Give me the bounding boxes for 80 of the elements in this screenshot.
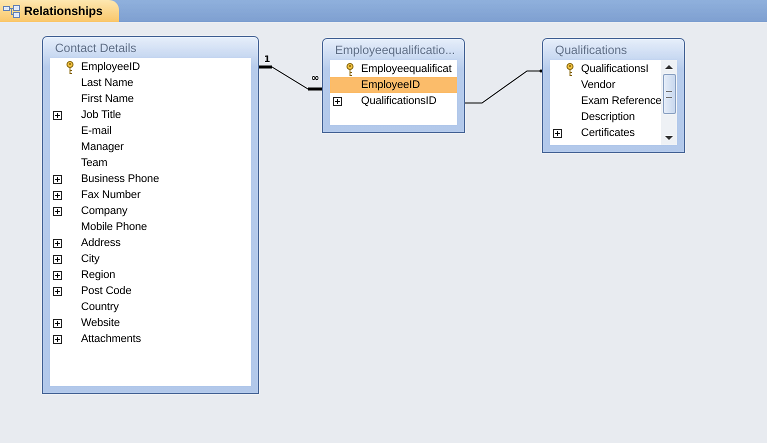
field-name: Mobile Phone xyxy=(81,221,148,233)
field-row[interactable]: Certificates xyxy=(550,125,661,141)
table-title: Qualifications xyxy=(554,42,628,59)
field-row[interactable]: City xyxy=(50,251,251,267)
field-name: Certificates xyxy=(581,127,635,139)
field-row[interactable]: Vendor xyxy=(550,77,661,93)
field-name: Exam Reference xyxy=(581,95,661,107)
field-name: Manager xyxy=(81,141,124,153)
field-name: E-mail xyxy=(81,125,112,137)
field-name: EmployeeID xyxy=(81,61,140,73)
field-name: First Name xyxy=(81,93,134,105)
field-name: Team xyxy=(81,157,108,169)
expand-icon[interactable] xyxy=(53,190,62,200)
expand-icon[interactable] xyxy=(53,334,62,344)
field-name: EmployeeID xyxy=(361,79,420,91)
field-row[interactable]: Post Code xyxy=(50,283,251,299)
field-row[interactable]: Mobile Phone xyxy=(50,219,251,235)
field-row[interactable]: Description xyxy=(550,109,661,125)
one-label: 1 xyxy=(264,55,270,65)
expand-icon[interactable] xyxy=(53,318,62,328)
table-window[interactable]: Contact Details EmployeeID Last Name First Name Job Title E-mail Manager Team Business Phone Fax Number Company Mobile Phone Address City Region Post Code Country Website Attachments xyxy=(42,36,259,394)
field-row[interactable]: Address xyxy=(50,235,251,251)
expand-icon[interactable] xyxy=(333,96,342,106)
key-icon xyxy=(66,60,74,74)
expand-icon[interactable] xyxy=(53,110,62,120)
relationship-line xyxy=(256,66,324,90)
field-name: Description xyxy=(581,111,635,123)
field-row[interactable]: Country xyxy=(50,299,251,315)
expand-icon[interactable] xyxy=(53,254,62,264)
expand-icon[interactable] xyxy=(53,174,62,184)
field-name: Attachments xyxy=(81,333,142,345)
scroll-thumb[interactable] xyxy=(662,74,676,114)
field-name: Post Code xyxy=(81,285,132,297)
field-row[interactable]: QualificationsID xyxy=(330,93,457,109)
field-row[interactable]: Employeequalificat xyxy=(330,61,457,77)
table-window[interactable]: Employeequalificatio... Employeequalificat EmployeeID QualificationsID xyxy=(322,38,465,133)
field-row[interactable]: Team xyxy=(50,155,251,171)
expand-icon[interactable] xyxy=(553,128,562,138)
field-row[interactable]: EmployeeID xyxy=(330,77,457,93)
field-name: QualificationsI xyxy=(581,63,649,75)
key-icon xyxy=(566,62,574,76)
field-name: Job Title xyxy=(81,109,122,121)
field-row[interactable]: Job Title xyxy=(50,107,251,123)
field-row[interactable]: E-mail xyxy=(50,123,251,139)
relationships-tab[interactable]: Relationships xyxy=(0,0,119,22)
field-name: Region xyxy=(81,269,116,281)
field-name: Fax Number xyxy=(81,189,141,201)
field-name: QualificationsID xyxy=(361,95,436,107)
field-name: Employeequalificat xyxy=(361,63,452,75)
key-icon xyxy=(346,62,354,76)
field-name: Company xyxy=(81,205,128,217)
field-row[interactable]: Website xyxy=(50,315,251,331)
expand-icon[interactable] xyxy=(53,286,62,296)
field-row[interactable]: Business Phone xyxy=(50,171,251,187)
expand-icon[interactable] xyxy=(53,238,62,248)
table-title: Contact Details xyxy=(54,40,138,57)
many-label: ∞ xyxy=(311,74,320,84)
field-name: Website xyxy=(81,317,120,329)
field-row[interactable]: First Name xyxy=(50,91,251,107)
field-row[interactable]: QualificationsI xyxy=(550,61,661,77)
relationships-icon xyxy=(3,4,20,18)
field-row[interactable]: Attachments xyxy=(50,331,251,347)
field-name: Business Phone xyxy=(81,173,160,185)
field-row[interactable]: Last Name xyxy=(50,75,251,91)
expand-icon[interactable] xyxy=(53,270,62,280)
field-row[interactable]: Company xyxy=(50,203,251,219)
field-row[interactable]: Fax Number xyxy=(50,187,251,203)
field-row[interactable]: Region xyxy=(50,267,251,283)
field-row[interactable]: Manager xyxy=(50,139,251,155)
scrollbar[interactable] xyxy=(661,60,677,145)
field-name: City xyxy=(81,253,100,265)
field-row[interactable]: EmployeeID xyxy=(50,59,251,75)
expand-icon[interactable] xyxy=(53,206,62,216)
field-row[interactable]: Exam Reference xyxy=(550,93,661,109)
field-name: Country xyxy=(81,301,119,313)
field-name: Address xyxy=(81,237,121,249)
field-name: Last Name xyxy=(81,77,134,89)
field-name: Vendor xyxy=(581,79,616,91)
table-window[interactable]: Qualifications QualificationsI Vendor Exam Reference Description Certificates xyxy=(542,38,685,153)
table-title: Employeequalificatio... xyxy=(334,42,456,59)
